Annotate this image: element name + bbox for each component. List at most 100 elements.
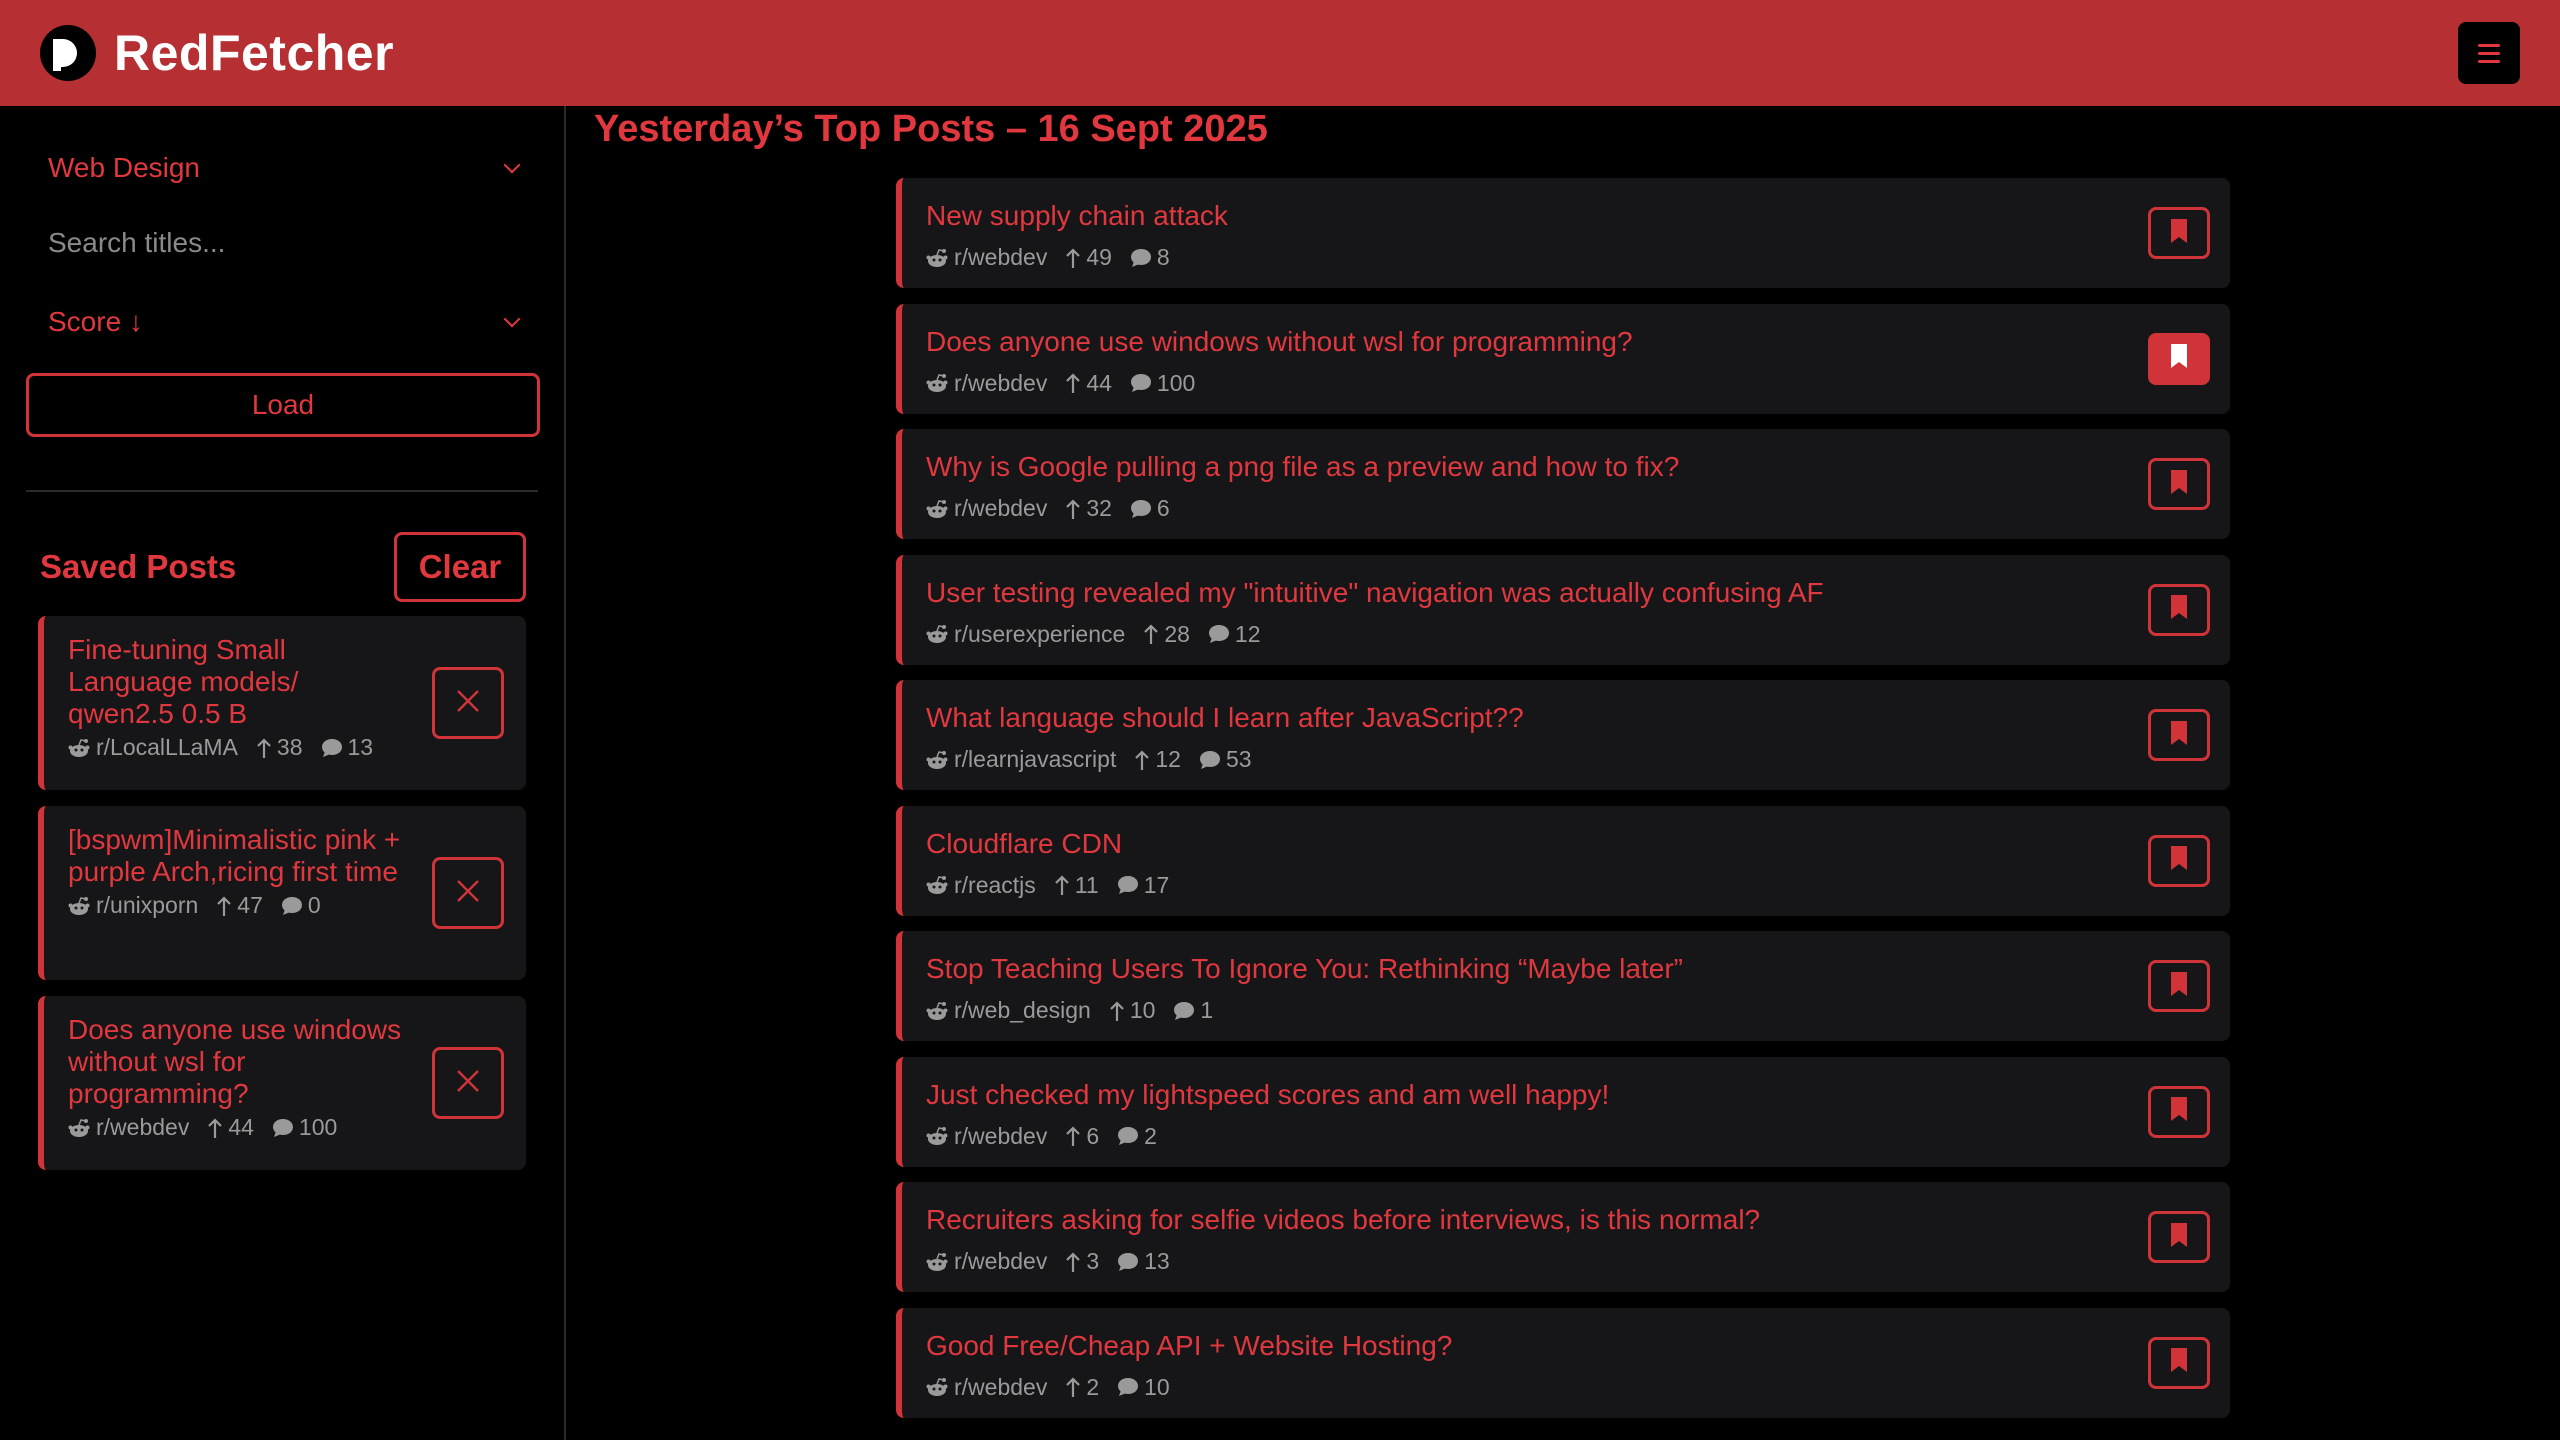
load-button[interactable]: Load (26, 373, 540, 437)
saved-post-title[interactable]: Does anyone use windows without wsl for … (68, 1014, 406, 1110)
post-card[interactable]: New supply chain attack r/webdev 49 8 (896, 178, 2230, 288)
app-title: RedFetcher (114, 25, 395, 81)
bookmark-button[interactable] (2148, 709, 2210, 761)
comment-bubble-icon (281, 896, 303, 916)
remove-saved-button[interactable] (432, 1047, 504, 1119)
reddit-alien-icon (68, 896, 92, 916)
score-value: 12 (1155, 746, 1181, 772)
score-value: 10 (1129, 997, 1156, 1023)
score-value: 11 (1074, 871, 1099, 898)
sort-select-value: Score ↓ (48, 306, 143, 337)
bookmark-button[interactable] (2148, 1211, 2210, 1263)
post-card[interactable]: Just checked my lightspeed scores and am… (896, 1056, 2230, 1167)
bookmark-button[interactable] (2148, 834, 2210, 887)
score-value: 44 (1086, 369, 1112, 396)
upvote-arrow-icon (1065, 1251, 1081, 1273)
post-card[interactable]: Cloudflare CDN r/reactjs 11 17 (896, 805, 2230, 916)
post-meta: r/webdev 44 100 (926, 370, 1213, 397)
subreddit-label: r/unixporn (96, 892, 199, 918)
upvote-arrow-icon (216, 895, 232, 917)
topic-select[interactable]: Web Design (26, 133, 540, 203)
post-card[interactable]: Does anyone use windows without wsl for … (896, 303, 2230, 414)
bookmark-icon (2169, 594, 2189, 625)
remove-saved-button[interactable] (432, 667, 504, 739)
score-value: 49 (1086, 244, 1112, 270)
bookmark-icon (2169, 218, 2189, 249)
remove-saved-button[interactable] (432, 857, 504, 929)
menu-button[interactable] (2458, 22, 2520, 84)
saved-post-title[interactable]: Fine-tuning Small Language models/ qwen2… (68, 634, 406, 730)
post-title[interactable]: What language should I learn after JavaS… (926, 702, 1524, 734)
comment-count: 13 (347, 734, 374, 760)
bookmark-button[interactable] (2148, 1085, 2210, 1138)
subreddit-label: r/webdev (954, 495, 1048, 521)
score-value: 32 (1086, 495, 1112, 521)
subreddit-label: r/webdev (954, 369, 1048, 396)
bookmark-button[interactable] (2148, 458, 2210, 510)
saved-post-meta: r/LocalLLaMA 38 13 (68, 734, 406, 761)
upvote-arrow-icon (1134, 749, 1150, 771)
comment-count: 8 (1156, 244, 1170, 270)
post-meta: r/reactjs 11 17 (926, 872, 1187, 899)
post-card[interactable]: Recruiters asking for selfie videos befo… (896, 1182, 2230, 1292)
reddit-alien-icon (68, 738, 92, 758)
comment-bubble-icon (1117, 875, 1139, 895)
saved-post-title[interactable]: [bspwm]Minimalistic pink + purple Arch,r… (68, 824, 406, 888)
post-card[interactable]: What language should I learn after JavaS… (896, 680, 2230, 790)
score-value: 44 (228, 1114, 254, 1140)
post-title[interactable]: New supply chain attack (926, 200, 1228, 232)
subreddit-label: r/webdev (954, 244, 1048, 270)
bookmark-button[interactable] (2148, 1336, 2210, 1389)
post-card[interactable]: User testing revealed my "intuitive" nav… (896, 554, 2230, 665)
subreddit-label: r/web_design (954, 997, 1091, 1023)
score-value: 47 (237, 892, 263, 918)
bookmark-button[interactable] (2148, 583, 2210, 636)
post-title[interactable]: Just checked my lightspeed scores and am… (926, 1079, 1609, 1111)
bookmark-button[interactable] (2148, 960, 2210, 1012)
reddit-alien-icon (926, 373, 950, 393)
post-card[interactable]: Stop Teaching Users To Ignore You: Rethi… (896, 931, 2230, 1041)
upvote-arrow-icon (256, 737, 272, 759)
saved-post-card[interactable]: [bspwm]Minimalistic pink + purple Arch,r… (38, 806, 526, 980)
post-title[interactable]: Does anyone use windows without wsl for … (926, 326, 1633, 358)
post-card[interactable]: Good Free/Cheap API + Website Hosting? r… (896, 1307, 2230, 1418)
bookmark-button[interactable] (2148, 332, 2210, 385)
bookmark-icon (2169, 845, 2189, 876)
saved-posts-heading: Saved Posts (40, 548, 237, 585)
topic-select-value: Web Design (48, 152, 201, 183)
bookmark-button[interactable] (2148, 207, 2210, 259)
upvote-arrow-icon (1109, 1000, 1125, 1022)
bookmark-icon (2169, 971, 2189, 1002)
upvote-arrow-icon (1065, 498, 1081, 520)
upvote-arrow-icon (207, 1117, 223, 1139)
comment-count: 2 (1144, 1122, 1157, 1149)
post-card[interactable]: Why is Google pulling a png file as a pr… (896, 429, 2230, 539)
bookmark-icon (2169, 469, 2189, 500)
comment-bubble-icon (1117, 1126, 1139, 1146)
saved-post-card[interactable]: Fine-tuning Small Language models/ qwen2… (38, 616, 526, 790)
comment-bubble-icon (1130, 499, 1152, 519)
post-meta: r/webdev 49 8 (926, 244, 1188, 271)
post-title[interactable]: Why is Google pulling a png file as a pr… (926, 451, 1679, 483)
post-meta: r/learnjavascript 12 53 (926, 746, 1270, 773)
comment-bubble-icon (1130, 373, 1152, 393)
reddit-alien-icon (926, 875, 950, 895)
saved-post-card[interactable]: Does anyone use windows without wsl for … (38, 996, 526, 1170)
post-title[interactable]: Cloudflare CDN (926, 828, 1122, 860)
post-title[interactable]: Recruiters asking for selfie videos befo… (926, 1204, 1760, 1236)
post-title[interactable]: Stop Teaching Users To Ignore You: Rethi… (926, 953, 1683, 985)
subreddit-label: r/reactjs (954, 871, 1036, 898)
clear-button[interactable]: Clear (394, 532, 526, 602)
comment-count: 12 (1234, 620, 1261, 647)
post-title[interactable]: User testing revealed my "intuitive" nav… (926, 577, 1824, 609)
score-value: 28 (1164, 620, 1190, 647)
hamburger-icon (2478, 43, 2500, 47)
reddit-alien-icon (926, 499, 950, 519)
bookmark-icon (2169, 1347, 2189, 1378)
post-title[interactable]: Good Free/Cheap API + Website Hosting? (926, 1330, 1452, 1362)
score-value: 3 (1086, 1248, 1100, 1274)
sort-select[interactable]: Score ↓ (26, 287, 540, 357)
bookmark-icon (2169, 720, 2189, 751)
search-input[interactable] (26, 208, 540, 278)
comment-count: 53 (1225, 746, 1252, 772)
